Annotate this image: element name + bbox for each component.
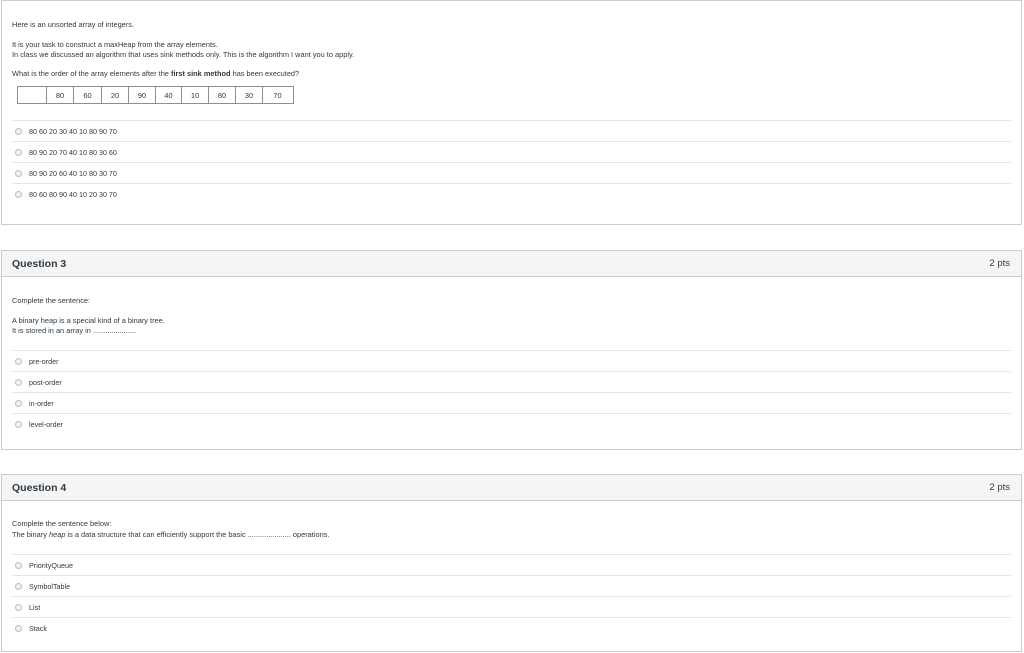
- q3-answer-option[interactable]: in-order: [12, 392, 1011, 413]
- answer-label[interactable]: PriorityQueue: [29, 561, 73, 570]
- array-table: 80 60 20 90 40 10 80 30 70: [17, 86, 294, 104]
- q2-answer-option[interactable]: 80 90 20 70 40 10 80 30 60: [12, 141, 1011, 162]
- radio-button-icon[interactable]: [15, 603, 22, 611]
- answer-label[interactable]: 80 90 20 70 40 10 80 30 60: [29, 148, 117, 157]
- q2-question-text: What is the order of the array elements …: [12, 69, 1011, 79]
- array-cell: 70: [273, 90, 282, 100]
- array-cell: 10: [182, 87, 209, 103]
- q4-prompt-text: Complete the sentence below:: [12, 519, 112, 528]
- q2-answer-option[interactable]: 80 60 20 30 40 10 80 90 70: [12, 120, 1011, 141]
- q4-answer-option[interactable]: SymbolTable: [12, 575, 1011, 596]
- array-cell: 40: [156, 87, 182, 103]
- q2-question-post: has been executed?: [230, 69, 300, 78]
- array-cell: 80: [47, 87, 74, 103]
- question-4-card: Question 4 2 pts Complete the sentence b…: [1, 474, 1022, 652]
- answer-label[interactable]: 80 90 20 60 40 10 80 30 70: [29, 169, 117, 178]
- q4-answer-option[interactable]: PriorityQueue: [12, 554, 1011, 575]
- q3-line-2: It is stored in an array in ............…: [12, 326, 137, 335]
- radio-button-icon[interactable]: [15, 357, 22, 365]
- array-cell: [18, 87, 47, 103]
- question-3-body: Complete the sentence: A binary heap is …: [2, 296, 1021, 434]
- q2-task-text: It is your task to construct a maxHeap f…: [12, 40, 218, 49]
- q3-prompt-text: Complete the sentence:: [12, 296, 91, 305]
- q4-sentence-pre: The binary: [12, 530, 49, 539]
- array-cell: 80: [209, 87, 236, 103]
- q4-sentence-post: is a data structure that can efficiently…: [65, 530, 330, 539]
- answer-label[interactable]: Stack: [29, 624, 47, 633]
- answer-label[interactable]: 80 60 20 30 40 10 80 90 70: [29, 127, 117, 136]
- question-points: 2 pts: [989, 258, 1010, 269]
- q3-answer-option[interactable]: level-order: [12, 413, 1011, 434]
- q4-sentence-text: The binary heap is a data structure that…: [12, 530, 1011, 540]
- q2-intro-text: Here is an unsorted array of integers.: [12, 20, 135, 29]
- answer-label[interactable]: in-order: [29, 399, 54, 408]
- question-4-body: Complete the sentence below: The binary …: [2, 519, 1021, 638]
- array-cell: 60: [74, 87, 102, 103]
- radio-button-icon[interactable]: [15, 420, 22, 428]
- answer-label[interactable]: SymbolTable: [29, 582, 70, 591]
- question-4-header: Question 4 2 pts: [2, 475, 1021, 501]
- q2-question-pre: What is the order of the array elements …: [12, 69, 171, 78]
- q4-answer-list: PriorityQueue SymbolTable List Stack: [12, 554, 1011, 638]
- answer-label[interactable]: 80 60 80 90 40 10 20 30 70: [29, 190, 117, 199]
- question-3-card: Question 3 2 pts Complete the sentence: …: [1, 250, 1022, 450]
- radio-button-icon[interactable]: [15, 561, 22, 569]
- radio-button-icon[interactable]: [15, 582, 22, 590]
- array-cell: 30: [236, 87, 263, 103]
- q3-line-1: A binary heap is a special kind of a bin…: [12, 316, 165, 325]
- question-points: 2 pts: [989, 482, 1010, 493]
- question-title: Question 3: [12, 257, 67, 270]
- radio-button-icon[interactable]: [15, 148, 22, 156]
- array-cell: 90: [129, 87, 156, 103]
- answer-label[interactable]: post-order: [29, 378, 62, 387]
- question-2-card: Here is an unsorted array of integers. I…: [1, 0, 1022, 225]
- q4-answer-option[interactable]: List: [12, 596, 1011, 617]
- q3-answer-list: pre-order post-order in-order level-orde…: [12, 350, 1011, 434]
- q3-answer-option[interactable]: pre-order: [12, 350, 1011, 371]
- radio-button-icon[interactable]: [15, 624, 22, 632]
- question-3-header: Question 3 2 pts: [2, 251, 1021, 277]
- radio-button-icon[interactable]: [15, 190, 22, 198]
- q2-answer-option[interactable]: 80 90 20 60 40 10 80 30 70: [12, 162, 1011, 183]
- question-2-body: Here is an unsorted array of integers. I…: [2, 20, 1021, 204]
- radio-button-icon[interactable]: [15, 399, 22, 407]
- question-title: Question 4: [12, 481, 67, 494]
- answer-label[interactable]: pre-order: [29, 357, 59, 366]
- radio-button-icon[interactable]: [15, 169, 22, 177]
- q3-answer-option[interactable]: post-order: [12, 371, 1011, 392]
- radio-button-icon[interactable]: [15, 127, 22, 135]
- array-cell: 20: [102, 87, 129, 103]
- q4-answer-option[interactable]: Stack: [12, 617, 1011, 638]
- answer-label[interactable]: List: [29, 603, 40, 612]
- answer-label[interactable]: level-order: [29, 420, 63, 429]
- q2-question-bold: first sink method: [170, 69, 231, 78]
- q2-answer-option[interactable]: 80 60 80 90 40 10 20 30 70: [12, 183, 1011, 204]
- q4-sentence-italic: heap: [48, 530, 66, 539]
- q2-answer-list: 80 60 20 30 40 10 80 90 70 80 90 20 70 4…: [12, 120, 1011, 204]
- radio-button-icon[interactable]: [15, 378, 22, 386]
- q2-algorithm-text: In class we discussed an algorithm that …: [12, 50, 355, 59]
